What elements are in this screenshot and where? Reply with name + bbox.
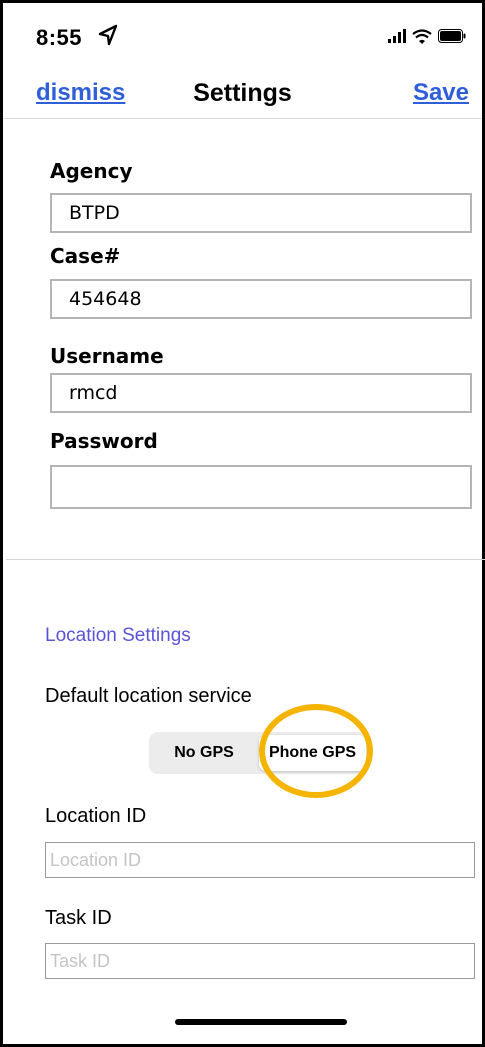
battery-icon xyxy=(438,29,466,43)
status-time: 8:55 xyxy=(36,25,83,50)
task-id-label: Task ID xyxy=(45,907,112,929)
status-icons xyxy=(388,27,466,45)
agency-label: Agency xyxy=(50,159,133,183)
navigation-bar: Settings dismiss Save xyxy=(3,69,482,119)
location-service-segmented-control: No GPS Phone GPS xyxy=(149,732,369,774)
case-number-label: Case# xyxy=(50,244,121,268)
password-label: Password xyxy=(50,429,158,453)
location-id-label: Location ID xyxy=(45,805,147,827)
default-location-service-label: Default location service xyxy=(45,685,252,707)
phone-gps-segment[interactable]: Phone GPS xyxy=(259,735,366,771)
case-number-field[interactable] xyxy=(50,279,472,319)
location-id-field[interactable] xyxy=(45,842,475,878)
section-divider xyxy=(6,559,485,560)
save-button[interactable]: Save xyxy=(413,79,469,107)
phone-frame: 8:55 Settings dismiss Save Agency BTPD C… xyxy=(0,0,485,1047)
password-field[interactable] xyxy=(50,465,472,509)
location-arrow-icon xyxy=(98,24,118,46)
status-bar: 8:55 xyxy=(3,3,482,69)
wifi-icon xyxy=(412,28,432,44)
home-indicator[interactable] xyxy=(175,1019,347,1025)
dismiss-button[interactable]: dismiss xyxy=(36,79,125,107)
username-label: Username xyxy=(50,344,164,368)
location-settings-header: Location Settings xyxy=(45,625,191,646)
no-gps-segment[interactable]: No GPS xyxy=(152,735,256,771)
agency-field[interactable] xyxy=(50,193,472,233)
signal-bars-icon xyxy=(388,29,406,43)
task-id-field[interactable] xyxy=(45,943,475,979)
username-field[interactable] xyxy=(50,373,472,413)
